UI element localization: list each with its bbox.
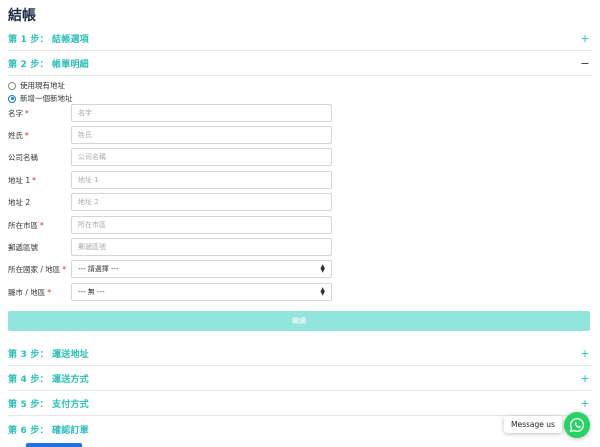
expand-icon[interactable]: +	[578, 372, 592, 385]
zone-select[interactable]: --- 無 --- ▲ ▼	[71, 283, 332, 301]
address2-label: 地址 2	[8, 197, 31, 207]
city-label: 所在市區 *	[8, 220, 44, 230]
continue-button[interactable]: 繼續	[8, 311, 590, 331]
select-arrows-icon: ▲ ▼	[320, 263, 325, 274]
postcode-input[interactable]	[71, 238, 332, 256]
step-3-header[interactable]: 第 3 步： 運送地址 +	[8, 342, 592, 366]
country-select-value: --- 請選擇 ---	[78, 265, 119, 273]
expand-icon[interactable]: +	[578, 347, 592, 360]
whatsapp-icon	[569, 417, 585, 433]
country-row: 所在國家 / 地區 * --- 請選擇 --- ▲ ▼	[8, 260, 338, 278]
city-input[interactable]	[71, 216, 332, 234]
collapse-icon[interactable]: −	[578, 57, 592, 70]
existing-address-radio[interactable]	[8, 81, 16, 90]
zone-label: 縣市 / 地區 *	[8, 287, 52, 297]
new-address-label: 新增一個新地址	[20, 94, 73, 103]
company-row: 公司名稱	[8, 148, 338, 166]
page-title: 結帳	[8, 8, 36, 24]
step-1-title: 第 1 步： 結帳選項	[8, 35, 89, 45]
company-input[interactable]	[71, 148, 332, 166]
address1-label: 地址 1 *	[8, 175, 36, 185]
existing-address-option[interactable]: 使用現有地址	[8, 80, 65, 91]
company-label: 公司名稱	[8, 152, 38, 162]
step-6-header[interactable]: 第 6 步： 確認訂單	[8, 417, 498, 441]
first-name-input[interactable]	[71, 104, 332, 122]
step-2-header[interactable]: 第 2 步： 帳單明細 −	[8, 52, 592, 76]
existing-address-label: 使用現有地址	[20, 81, 65, 90]
expand-icon[interactable]: +	[578, 32, 592, 45]
city-row: 所在市區 *	[8, 216, 338, 234]
expand-icon[interactable]: +	[578, 397, 592, 410]
select-arrows-icon: ▲ ▼	[320, 286, 325, 297]
step-4-header[interactable]: 第 4 步： 運送方式 +	[8, 367, 592, 391]
step-4-title: 第 4 步： 運送方式	[8, 375, 89, 385]
address1-row: 地址 1 *	[8, 171, 338, 189]
address1-input[interactable]	[71, 171, 332, 189]
step-3-title: 第 3 步： 運送地址	[8, 350, 89, 360]
new-address-radio[interactable]	[8, 94, 16, 103]
step-5-header[interactable]: 第 5 步： 支付方式 +	[8, 392, 592, 416]
message-us-chip[interactable]: Message us	[504, 416, 562, 433]
step-2-title: 第 2 步： 帳單明細	[8, 60, 89, 70]
last-name-row: 姓氏 *	[8, 126, 338, 144]
new-address-option[interactable]: 新增一個新地址	[8, 93, 73, 104]
step-1-header[interactable]: 第 1 步： 結帳選項 +	[8, 27, 592, 51]
zone-row: 縣市 / 地區 * --- 無 --- ▲ ▼	[8, 283, 338, 301]
postcode-label: 郵遞區號	[8, 242, 38, 252]
bottom-tab-indicator	[26, 443, 82, 447]
address2-input[interactable]	[71, 193, 332, 211]
address2-row: 地址 2	[8, 193, 338, 211]
postcode-row: 郵遞區號	[8, 238, 338, 256]
country-label: 所在國家 / 地區 *	[8, 264, 67, 274]
zone-select-value: --- 無 ---	[78, 288, 105, 296]
last-name-input[interactable]	[71, 126, 332, 144]
last-name-label: 姓氏 *	[8, 130, 29, 140]
step-5-title: 第 5 步： 支付方式	[8, 400, 89, 410]
first-name-label: 名字 *	[8, 108, 29, 118]
country-select[interactable]: --- 請選擇 --- ▲ ▼	[71, 260, 332, 278]
first-name-row: 名字 *	[8, 104, 338, 122]
whatsapp-button[interactable]	[564, 412, 590, 438]
step-6-title: 第 6 步： 確認訂單	[8, 425, 89, 436]
